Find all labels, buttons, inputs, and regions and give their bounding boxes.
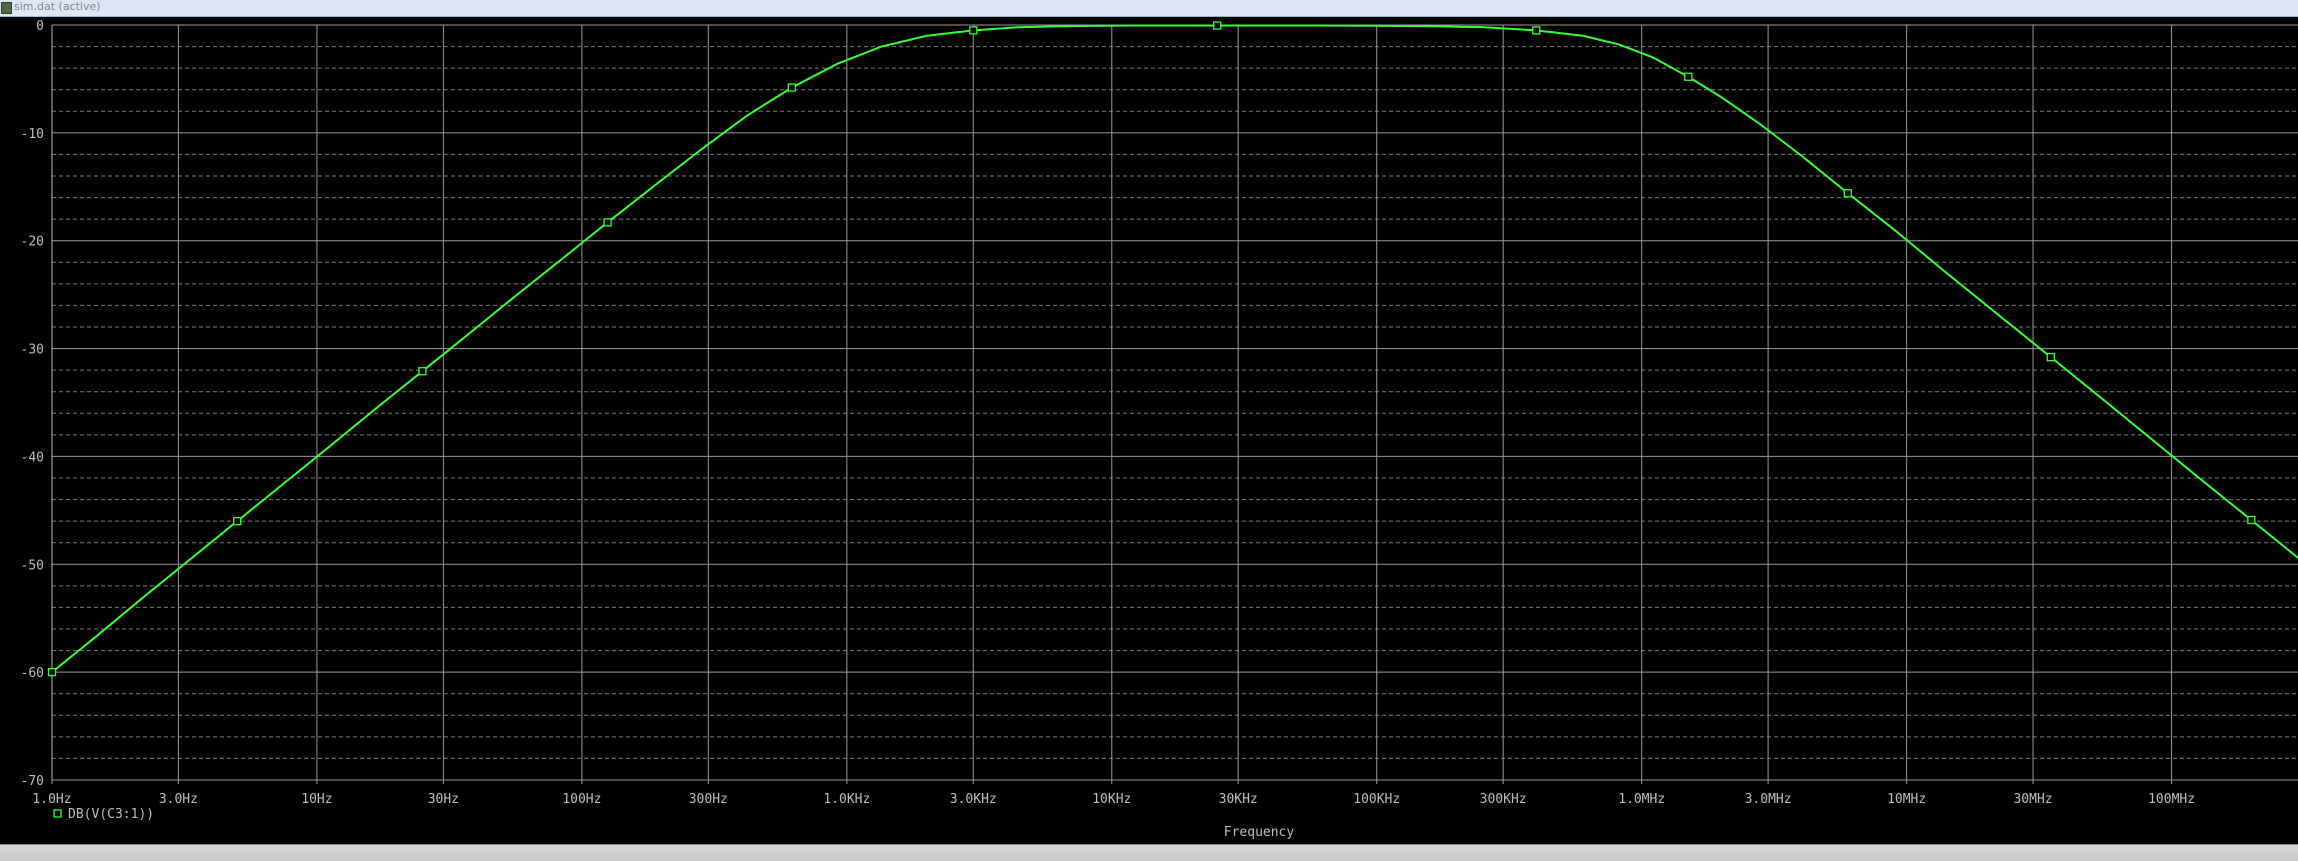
bottom-scrollbar[interactable]: [0, 844, 2298, 861]
data-point-marker: [2047, 354, 2054, 361]
y-tick-label: -20: [21, 235, 44, 250]
x-tick-label: 3.0MHz: [1745, 792, 1792, 807]
data-point-marker: [970, 27, 977, 34]
legend-marker: [54, 810, 61, 817]
grid-lines: [52, 25, 2298, 780]
x-tick-label: 10KHz: [1092, 792, 1131, 807]
x-tick-label: 30MHz: [2013, 792, 2052, 807]
y-tick-label: -60: [21, 666, 44, 681]
x-tick-label: 100KHz: [1353, 792, 1400, 807]
x-tick-label: 3.0KHz: [950, 792, 997, 807]
x-tick-label: 100Hz: [562, 792, 601, 807]
x-tick-label: 300Hz: [689, 792, 728, 807]
y-tick-label: -30: [21, 343, 44, 358]
x-tick-label: 10MHz: [1887, 792, 1926, 807]
y-tick-label: -50: [21, 558, 44, 573]
x-tick-label: 100MHz: [2148, 792, 2195, 807]
data-point-marker: [1844, 190, 1851, 197]
x-tick-label: 30Hz: [428, 792, 459, 807]
data-point-marker: [49, 669, 56, 676]
x-tick-label: 10Hz: [301, 792, 332, 807]
y-tick-label: -40: [21, 450, 44, 465]
x-tick-label: 1.0MHz: [1618, 792, 1665, 807]
data-point-marker: [234, 518, 241, 525]
plot-area: 1.0Hz 3.0Hz 10Hz 30Hz 100Hz 300Hz 1.0KHz 3.0KHz…: [0, 0, 2298, 860]
data-point-marker: [1214, 22, 1221, 29]
x-tick-label: 300KHz: [1480, 792, 1527, 807]
y-tick-label: 0: [36, 19, 44, 34]
data-point-marker: [604, 219, 611, 226]
y-tick-label: -70: [21, 774, 44, 789]
x-tick-label: 1.0Hz: [32, 792, 71, 807]
y-axis-ticks: 0 -10 -20 -30 -40 -50 -60 -70: [21, 19, 44, 789]
data-point-marker: [419, 368, 426, 375]
data-point-marker: [1685, 73, 1692, 80]
x-axis-label: Frequency: [1224, 825, 1295, 840]
y-tick-label: -10: [21, 127, 44, 142]
x-tick-label: 3.0Hz: [159, 792, 198, 807]
legend[interactable]: DB(V(C3:1)): [54, 807, 154, 822]
legend-label-series-1: DB(V(C3:1)): [68, 807, 154, 822]
x-tick-label: 1.0KHz: [823, 792, 870, 807]
data-point-marker: [2248, 517, 2255, 524]
data-point-marker: [1533, 27, 1540, 34]
x-tick-label: 30KHz: [1219, 792, 1258, 807]
x-axis-ticks: 1.0Hz 3.0Hz 10Hz 30Hz 100Hz 300Hz 1.0KHz 3.0KHz…: [32, 780, 2195, 807]
data-point-marker: [788, 84, 795, 91]
